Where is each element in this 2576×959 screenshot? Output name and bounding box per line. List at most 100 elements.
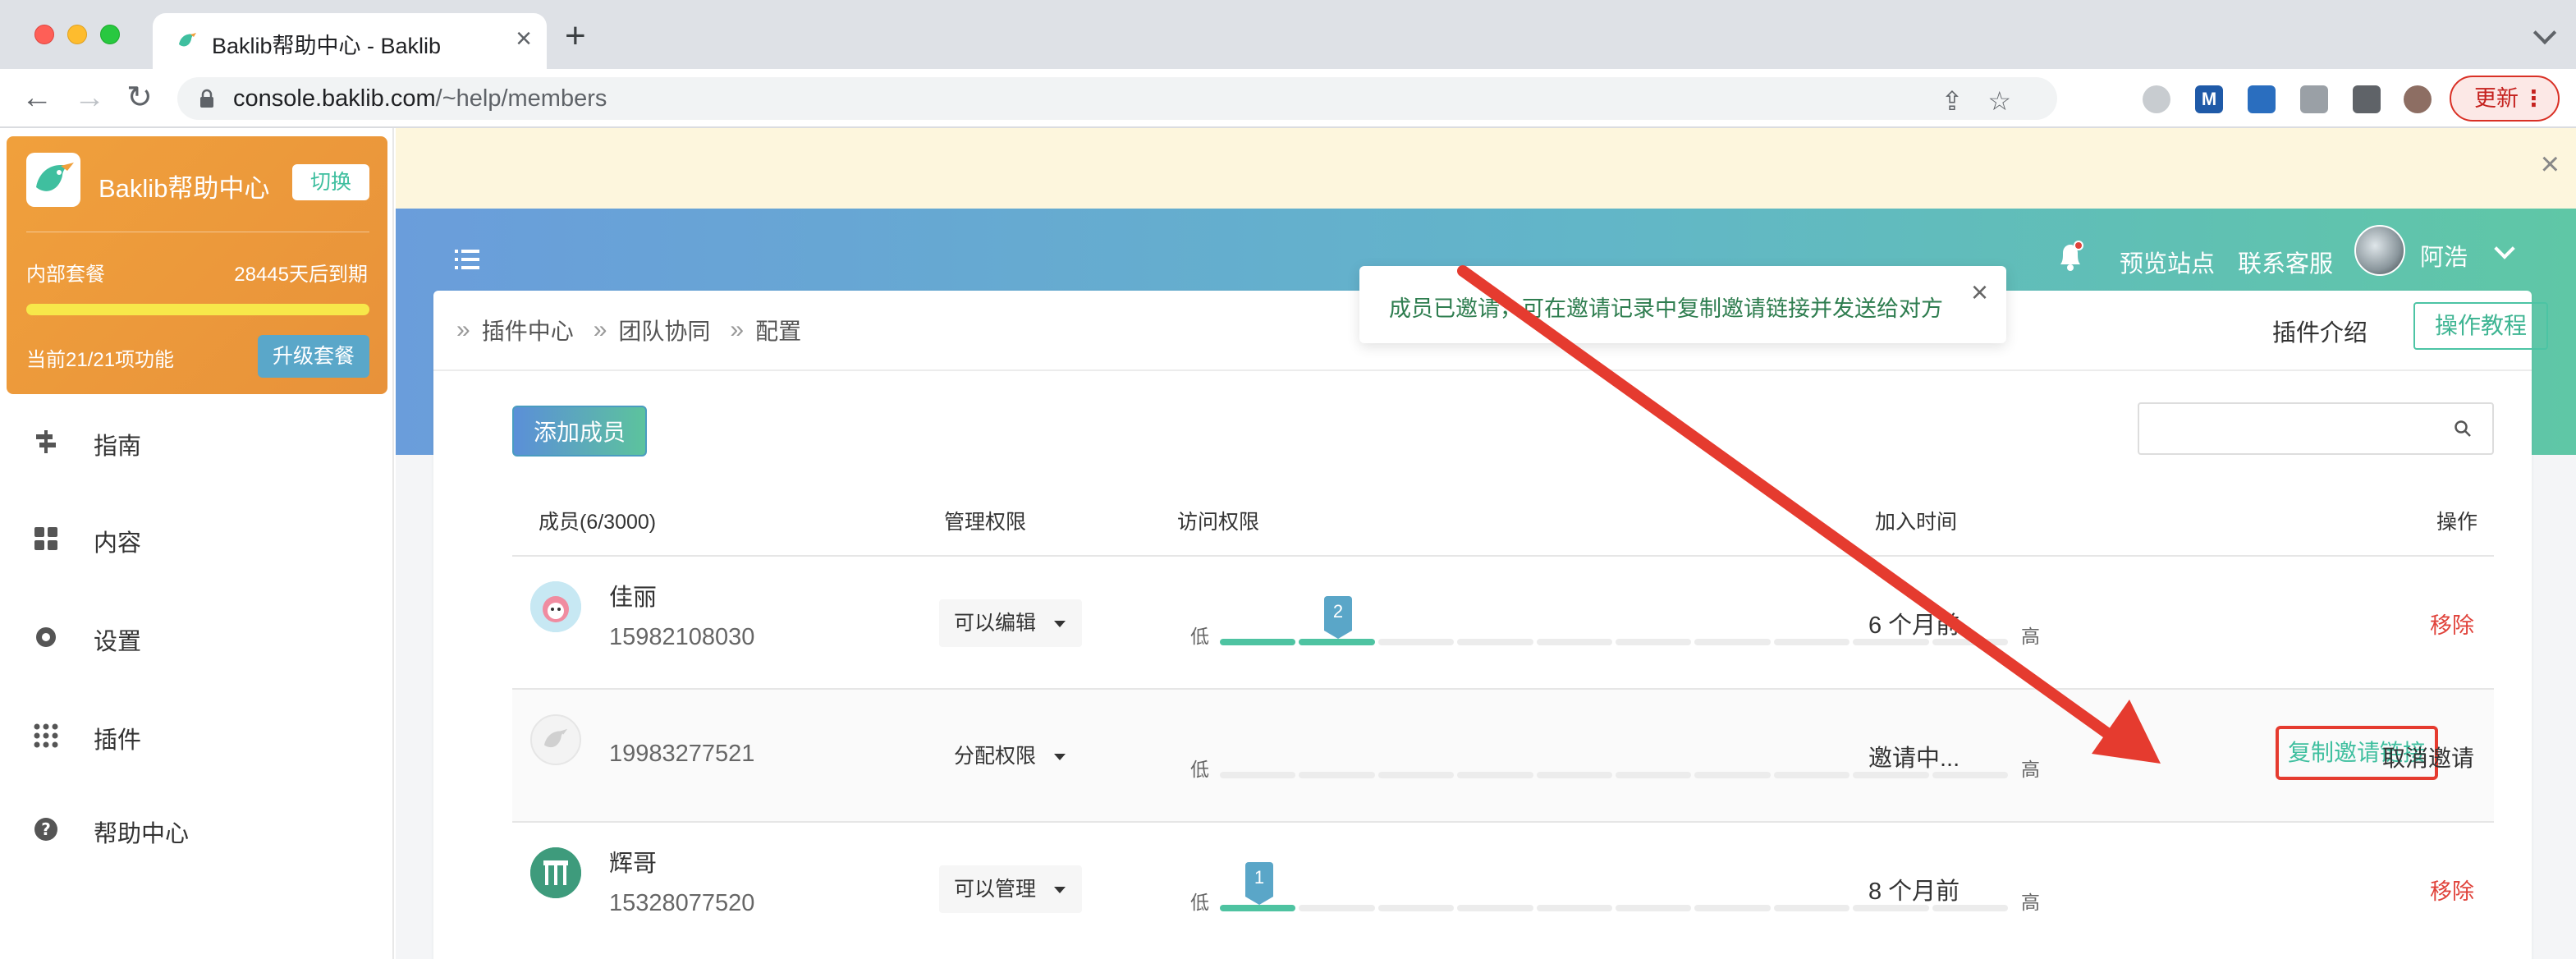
sidebar-item-content[interactable]: 内容 — [0, 509, 392, 567]
browser-tab[interactable]: Baklib帮助中心 - Baklib × — [153, 13, 547, 69]
remove-member-link[interactable]: 移除 — [2430, 608, 2474, 640]
joined-time: 6 个月前 — [1868, 613, 1960, 639]
access-level-segment[interactable] — [1220, 772, 1296, 778]
notice-close-icon[interactable]: × — [2541, 148, 2560, 181]
share-and-bookmark-icons[interactable]: ⇪☆ — [1941, 85, 2037, 117]
preview-site-link[interactable]: 预览站点 — [2120, 245, 2215, 279]
access-level-segment[interactable] — [1536, 772, 1613, 778]
window-zoom-button[interactable] — [100, 25, 120, 44]
user-name[interactable]: 阿浩 — [2420, 238, 2468, 273]
access-level-segment[interactable] — [1773, 772, 1850, 778]
puzzle-extension-icon[interactable] — [2353, 85, 2381, 113]
grid-icon — [34, 527, 57, 550]
member-phone: 15328077520 — [609, 890, 755, 916]
access-level-segment[interactable] — [1773, 905, 1850, 911]
level-low-label: 低 — [1190, 626, 1209, 647]
close-icon[interactable]: × — [1971, 278, 1988, 307]
brand-logo — [26, 153, 80, 207]
bell-icon[interactable] — [2056, 240, 2085, 273]
plan-expiry: 28445天后到期 — [234, 264, 368, 286]
breadcrumb-item[interactable]: 团队协同 — [618, 314, 710, 346]
tutorial-button[interactable]: 操作教程 — [2413, 302, 2548, 350]
profile-avatar-icon[interactable] — [2404, 85, 2432, 113]
access-level-segment[interactable] — [1377, 772, 1455, 778]
access-level-marker[interactable]: 2 — [1324, 596, 1352, 639]
admin-permission-dropdown[interactable]: 可以编辑 — [939, 599, 1083, 647]
chevron-down-icon[interactable] — [2532, 21, 2557, 45]
access-level-segment[interactable] — [1457, 772, 1533, 778]
plan-progress-bar — [26, 304, 369, 315]
access-level-segment[interactable] — [1694, 905, 1771, 911]
s-extension-icon[interactable] — [2248, 85, 2276, 113]
window-close-button[interactable] — [34, 25, 54, 44]
access-level-segment[interactable] — [1220, 905, 1296, 911]
notice-bar: × — [396, 128, 2576, 209]
avatar — [530, 714, 581, 765]
access-level-segment[interactable] — [1536, 905, 1613, 911]
avatar[interactable] — [2354, 225, 2405, 276]
upgrade-plan-button[interactable]: 升级套餐 — [258, 335, 369, 378]
column-header-access-perm: 访问权限 — [1177, 511, 1260, 534]
sidebar-item-settings[interactable]: 设置 — [0, 608, 392, 665]
level-low-label: 低 — [1190, 759, 1209, 780]
contact-support-link[interactable]: 联系客服 — [2238, 245, 2333, 279]
forward-icon[interactable]: → — [74, 82, 105, 113]
camera-extension-icon[interactable] — [2300, 85, 2328, 113]
tab-title: Baklib帮助中心 - Baklib — [212, 34, 442, 58]
sidebar-item-guide[interactable]: 指南 — [0, 412, 392, 470]
access-level-segment[interactable] — [1457, 905, 1533, 911]
access-level-segment[interactable] — [1377, 639, 1455, 645]
url-field[interactable]: console.baklib.com/~help/members ⇪☆ — [177, 77, 2057, 120]
window-minimize-button[interactable] — [67, 25, 87, 44]
access-level-segment[interactable] — [1299, 772, 1375, 778]
access-level-segment[interactable] — [1220, 639, 1296, 645]
access-level-segment[interactable] — [1616, 772, 1692, 778]
caret-down-icon — [1054, 754, 1066, 760]
app-sidebar: Baklib帮助中心 切换 内部套餐 28445天后到期 当前21/21项功能 … — [0, 128, 394, 959]
menu-toggle-icon[interactable] — [455, 248, 479, 271]
sidebar-item-help-center[interactable]: ? 帮助中心 — [0, 800, 392, 857]
chevron-down-icon[interactable] — [2494, 238, 2515, 259]
plan-name: 内部套餐 — [26, 264, 105, 286]
switch-site-button[interactable]: 切换 — [292, 164, 369, 200]
breadcrumb-item[interactable]: 插件中心 — [482, 314, 574, 346]
add-member-button[interactable]: 添加成员 — [512, 406, 647, 457]
access-level-marker[interactable]: 1 — [1245, 862, 1273, 905]
access-level-segment[interactable] — [1377, 905, 1455, 911]
level-low-label: 低 — [1190, 892, 1209, 913]
m-extension-icon[interactable]: M — [2195, 85, 2223, 113]
new-tab-button[interactable]: + — [565, 18, 586, 54]
access-level-segment[interactable] — [1694, 639, 1771, 645]
baklib-bird-icon — [179, 33, 196, 47]
access-level-segment[interactable] — [1694, 772, 1771, 778]
plan-progress-fill — [26, 304, 369, 315]
plugin-intro-link[interactable]: 插件介绍 — [2272, 314, 2367, 348]
lock-icon — [200, 89, 213, 108]
signpost-icon — [36, 430, 56, 453]
browser-update-button[interactable]: 更新 ⋮ — [2450, 76, 2560, 122]
assign-permission-dropdown[interactable]: 分配权限 — [939, 732, 1082, 780]
access-level-segment[interactable] — [1299, 639, 1375, 645]
reload-icon[interactable]: ↻ — [126, 82, 153, 113]
level-high-label: 高 — [2021, 626, 2040, 647]
joined-time: 8 个月前 — [1868, 879, 1960, 905]
access-level-segment[interactable] — [1299, 905, 1375, 911]
divider — [433, 369, 2532, 371]
search-input[interactable] — [2138, 402, 2494, 455]
access-level-segment[interactable] — [1616, 905, 1692, 911]
cancel-invite-link[interactable]: 取消邀请 — [2382, 741, 2474, 773]
sidebar-item-plugins[interactable]: 插件 — [0, 706, 392, 764]
globe-extension-icon[interactable] — [2143, 85, 2170, 113]
main-area: × 预览站点 联系客服 阿浩 » 插件中心 » 团队协同 » 配置 插件介绍 操… — [396, 128, 2576, 959]
access-level-segment[interactable] — [1616, 639, 1692, 645]
member-name: 佳丽 — [609, 585, 658, 611]
access-level-segment[interactable] — [1773, 639, 1850, 645]
admin-permission-dropdown[interactable]: 可以管理 — [939, 865, 1083, 913]
browser-tab-bar: Baklib帮助中心 - Baklib × + — [0, 0, 2576, 69]
access-level-segment[interactable] — [1457, 639, 1533, 645]
access-level-segment[interactable] — [1536, 639, 1613, 645]
caret-down-icon — [1054, 887, 1066, 893]
tab-close-icon[interactable]: × — [516, 25, 532, 53]
back-icon[interactable]: ← — [21, 82, 53, 113]
remove-member-link[interactable]: 移除 — [2430, 874, 2474, 906]
